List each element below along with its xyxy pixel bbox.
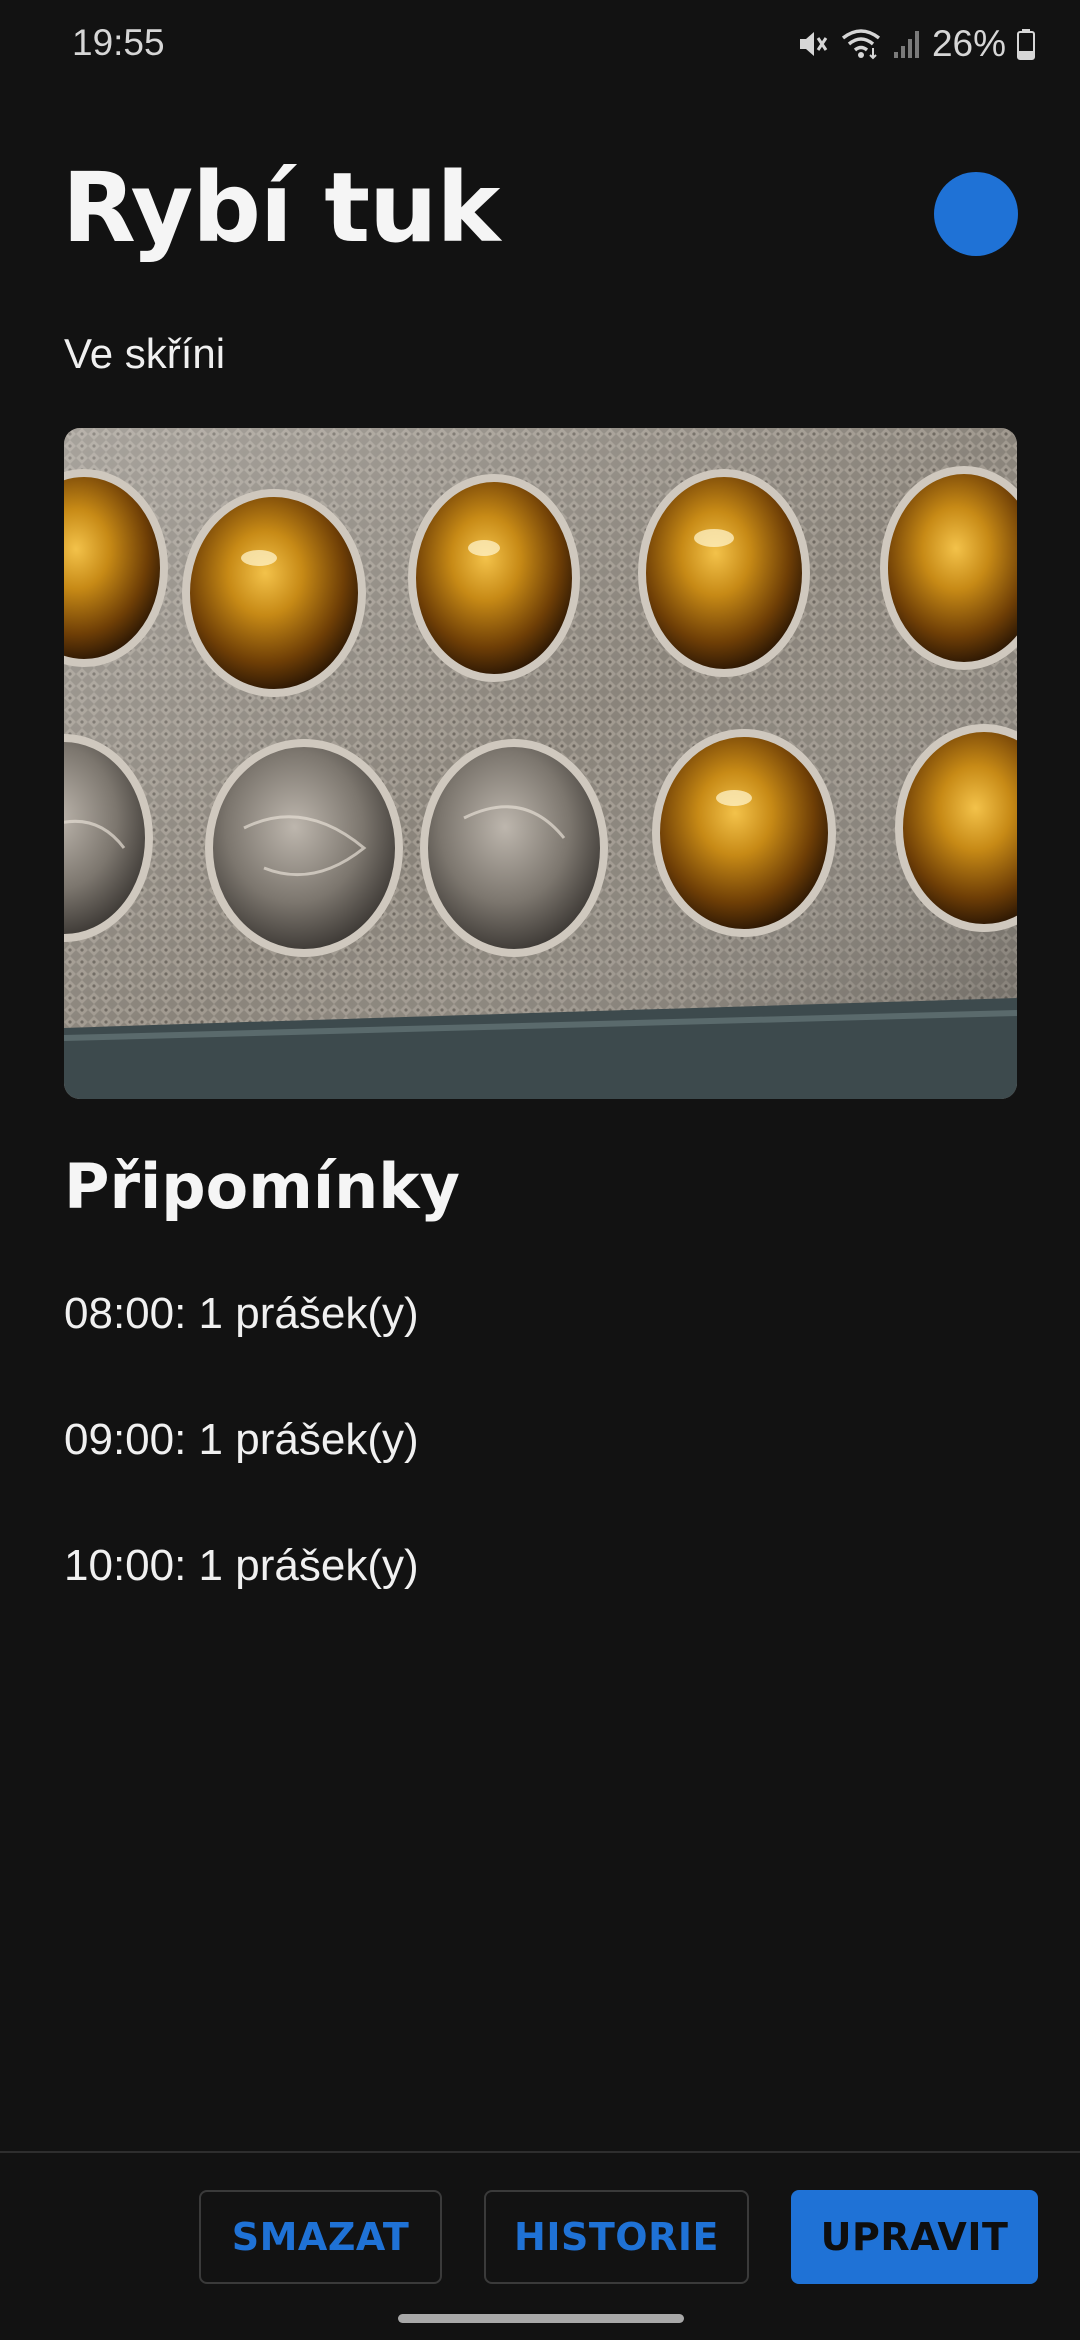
medicine-name: Rybí tuk [62, 152, 500, 264]
battery-percentage: 26% [931, 23, 1006, 64]
home-indicator[interactable] [398, 2314, 684, 2323]
medicine-photo [64, 428, 1017, 1099]
battery-icon [1016, 26, 1036, 62]
reminder-item: 08:00: 1 prášek(y) [64, 1289, 419, 1338]
reminders-heading: Připomínky [64, 1150, 460, 1223]
history-button[interactable]: HISTORIE [484, 2190, 749, 2284]
status-time: 19:55 [72, 22, 165, 63]
medicine-location: Ve skříni [64, 330, 226, 377]
reminder-item: 09:00: 1 prášek(y) [64, 1415, 419, 1464]
status-icons: 26% [794, 20, 1036, 68]
delete-button[interactable]: SMAZAT [199, 2190, 442, 2284]
edit-button[interactable]: UPRAVIT [791, 2190, 1038, 2284]
reminder-item: 10:00: 1 prášek(y) [64, 1541, 419, 1590]
wifi-icon [840, 26, 882, 62]
mute-icon [794, 26, 830, 62]
medicine-color-indicator [934, 172, 1018, 256]
bottom-divider [0, 2151, 1080, 2153]
status-bar: 19:55 26% [0, 0, 1080, 90]
reminders-list: 08:00: 1 prášek(y) 09:00: 1 prášek(y) 10… [64, 1286, 419, 1664]
signal-icon [892, 26, 922, 62]
